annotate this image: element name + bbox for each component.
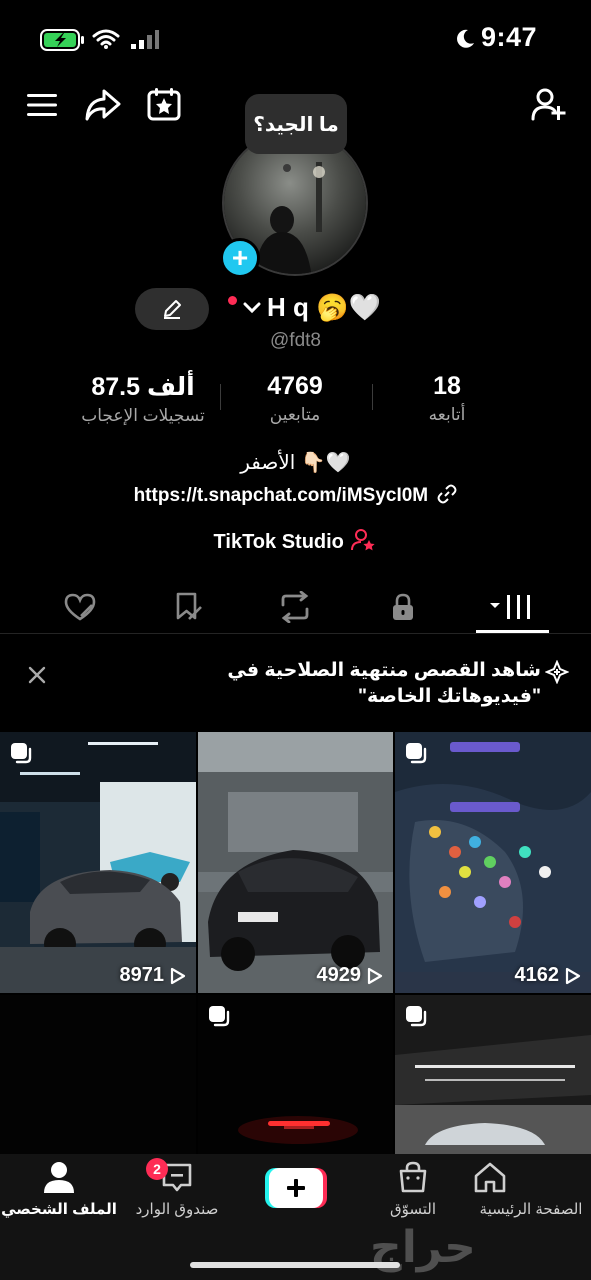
view-count: 4929 — [317, 964, 384, 987]
favorites-calendar-icon[interactable] — [146, 86, 182, 122]
video-thumbnail[interactable] — [0, 995, 196, 1155]
notification-dot — [228, 296, 237, 305]
link-icon — [437, 484, 457, 504]
stat-likes[interactable]: 87.5 ألف تسجيلات الإعجاب — [58, 372, 228, 426]
create-button[interactable] — [265, 1168, 327, 1208]
nav-home-label: الصفحة الرئيسية — [479, 1201, 583, 1218]
home-indicator — [190, 1262, 400, 1268]
view-count: 4162 — [515, 964, 582, 987]
view-count-value: 4929 — [316, 964, 362, 986]
profile-icon — [44, 1162, 74, 1193]
stat-following-value: 18 — [433, 372, 461, 400]
pencil-icon — [164, 300, 181, 319]
sparkle-plus-icon — [545, 660, 569, 684]
nav-inbox-label: صندوق الوارد — [135, 1201, 219, 1218]
play-icon — [565, 967, 581, 984]
status-bar: 9:47 — [0, 0, 591, 80]
nav-home[interactable]: الصفحة الرئيسية — [472, 1160, 590, 1218]
heart-hidden-icon — [64, 593, 96, 621]
inbox-badge: 2 — [146, 1158, 168, 1180]
plus-icon — [265, 1168, 327, 1208]
battery-icon — [40, 29, 84, 51]
bio-link-text[interactable]: https://t.snapchat.com/iMSycI0M — [134, 485, 429, 506]
nav-shop-label: التسوّق — [389, 1201, 437, 1218]
bio-text: الأصفر 👇🏻🤍 — [240, 452, 351, 474]
pinned-icon — [406, 1006, 427, 1027]
content-tabs — [0, 580, 591, 634]
pinned-icon — [406, 743, 427, 764]
expired-stories-banner-text[interactable]: شاهد القصص منتهية الصلاحية في "فيديوهاتك… — [181, 658, 541, 710]
nav-profile-label: الملف الشخصي — [1, 1201, 117, 1218]
view-count-value: 8971 — [119, 964, 165, 986]
tab-reposts[interactable] — [259, 580, 331, 634]
repost-icon — [281, 591, 309, 623]
stat-likes-label: تسجيلات الإعجاب — [81, 406, 205, 425]
add-friend-icon[interactable] — [530, 86, 568, 122]
video-grid-icon — [490, 595, 530, 619]
tab-private[interactable] — [367, 580, 439, 634]
tiktok-studio-label: TikTok Studio — [213, 531, 344, 553]
home-icon — [474, 1162, 506, 1193]
stat-likes-value: 87.5 ألف — [91, 373, 195, 401]
close-icon[interactable] — [26, 664, 48, 686]
video-thumbnail[interactable]: 4929 — [198, 732, 393, 993]
tab-videos[interactable] — [476, 580, 548, 634]
tooltip-dot — [283, 164, 291, 172]
bio-link[interactable]: https://t.snapchat.com/iMSycI0M — [0, 484, 591, 507]
status-time: 9:47 — [480, 22, 537, 52]
stat-followers-label: متابعين — [269, 405, 321, 424]
display-name: H q 🥱🤍 — [267, 292, 381, 322]
moon-icon — [457, 29, 474, 48]
active-tab-indicator — [476, 630, 549, 633]
stat-followers[interactable]: 4769 متابعين — [210, 372, 380, 425]
view-count-value: 4162 — [514, 964, 560, 986]
pinned-icon — [209, 1006, 230, 1027]
tab-favorites[interactable] — [152, 580, 224, 634]
video-thumbnail[interactable] — [198, 995, 393, 1155]
share-icon[interactable] — [84, 88, 122, 122]
video-thumbnail[interactable]: 4162 — [395, 732, 591, 993]
menu-icon[interactable] — [26, 92, 58, 118]
stat-following-label: أتابعه — [428, 405, 466, 424]
nav-shop[interactable]: التسوّق — [354, 1160, 472, 1218]
play-icon — [367, 967, 383, 984]
wifi-icon — [92, 29, 120, 49]
tab-liked[interactable] — [44, 580, 116, 634]
username-handle: @fdt8 — [270, 330, 321, 351]
tooltip-bubble[interactable]: ما الجيد؟ — [245, 94, 347, 154]
video-thumbnail[interactable] — [395, 995, 591, 1155]
stat-followers-value: 4769 — [267, 372, 323, 400]
add-story-button[interactable]: + — [220, 238, 260, 278]
view-count: 8971 — [120, 964, 187, 987]
edit-profile-button[interactable] — [135, 288, 209, 330]
nav-profile[interactable]: الملف الشخصي — [0, 1160, 118, 1218]
video-thumbnail[interactable]: 8971 — [0, 732, 196, 993]
tiktok-studio-link[interactable]: TikTok Studio — [0, 528, 591, 554]
studio-user-star-icon — [351, 529, 376, 551]
pinned-icon — [11, 743, 32, 764]
shopping-bag-icon — [399, 1161, 427, 1193]
display-name-row[interactable]: H q 🥱🤍 — [228, 292, 381, 323]
bookmark-hidden-icon — [176, 592, 202, 620]
stat-following[interactable]: 18 أتابعه — [362, 372, 532, 425]
chevron-down-icon[interactable] — [243, 302, 261, 314]
play-icon — [170, 967, 186, 984]
nav-inbox[interactable]: صندوق الوارد — [118, 1160, 236, 1218]
signal-icon — [131, 30, 159, 49]
lock-icon — [393, 593, 413, 620]
